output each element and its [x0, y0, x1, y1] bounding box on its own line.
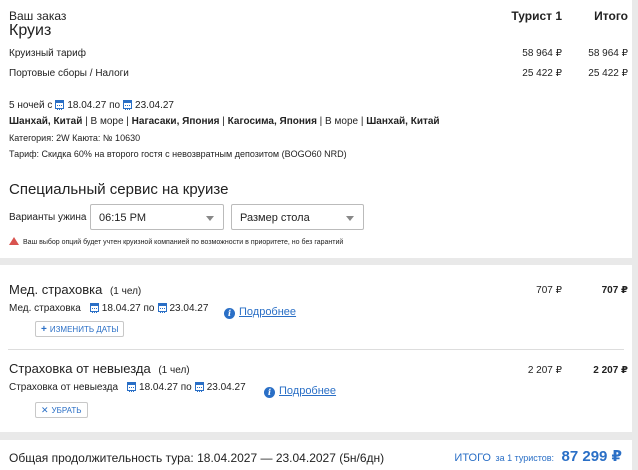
table-size-select[interactable]: Размер стола [231, 204, 364, 230]
remove-button[interactable]: ✕ УБРАТЬ [35, 402, 88, 418]
total-footer: Общая продолжительность тура: 18.04.2027… [0, 440, 632, 470]
chevron-down-icon [346, 216, 354, 221]
order-card: Ваш заказ Турист 1 Итого Круиз Круизный … [0, 0, 632, 258]
route-port: Кагосима, Япония [227, 116, 317, 127]
info-icon: i [264, 387, 275, 398]
table-size-value: Размер стола [240, 212, 310, 224]
total-label: ИТОГО [454, 452, 491, 464]
close-icon: ✕ [41, 405, 49, 415]
cancel-more-link[interactable]: i Подробнее [264, 381, 336, 399]
insurance-card: Мед. страховка (1 чел) 707 ₽ 707 ₽ Мед. … [0, 265, 632, 432]
remove-label: УБРАТЬ [51, 406, 82, 415]
calendar-icon [89, 303, 99, 313]
dinner-select[interactable]: 06:15 PM [90, 204, 224, 230]
section-divider [8, 349, 624, 350]
cancel-title: Страховка от невыезда [9, 361, 151, 376]
line-total-price: 58 964 ₽ [588, 48, 628, 59]
dinner-value: 06:15 PM [99, 212, 147, 224]
cruise-title: Круиз [9, 22, 52, 39]
calendar-icon [123, 100, 133, 110]
service-title: Специальный сервис на круизе [9, 181, 229, 198]
dinner-label: Варианты ужина [9, 212, 87, 223]
change-dates-button[interactable]: + ИЗМЕНИТЬ ДАТЫ [35, 321, 125, 337]
more-link-text: Подробнее [279, 385, 337, 397]
order-heading: Ваш заказ [9, 9, 67, 23]
warning-icon [9, 237, 19, 245]
cruise-route: Шанхай, Китай | В море | Нагасаки, Япони… [9, 116, 440, 127]
route-sep: | В море | [82, 116, 132, 127]
cancel-details: Страховка от невыезда 18.04.27 по 23.04.27 [9, 382, 246, 393]
info-icon: i [224, 308, 235, 319]
med-label: Мед. страховка [9, 303, 81, 314]
line-tourist-price: 58 964 ₽ [522, 48, 562, 59]
cancel-tourist-price: 2 207 ₽ [527, 365, 562, 376]
date-sep: по [109, 100, 121, 111]
calendar-icon [157, 303, 167, 313]
tariff-info: Тариф: Скидка 60% на второго гостя с нев… [9, 149, 347, 159]
cancel-date-to: 23.04.27 [206, 382, 246, 393]
cancel-date-sep: по [180, 382, 192, 393]
cruise-dates: 5 ночей с 18.04.27 по 23.04.27 [9, 100, 174, 111]
col-total-header: Итого [594, 9, 628, 23]
calendar-icon [55, 100, 65, 110]
total-value: 87 299 ₽ [561, 448, 622, 465]
med-date-to: 23.04.27 [169, 303, 209, 314]
cancel-date-from: 18.04.27 [139, 382, 178, 393]
chevron-down-icon [206, 216, 214, 221]
calendar-icon [194, 382, 204, 392]
nights-prefix: 5 ночей с [9, 100, 53, 111]
line-total-price: 25 422 ₽ [588, 68, 628, 79]
grand-total: ИТОГО за 1 туристов: 87 299 ₽ [454, 447, 622, 466]
route-port: Нагасаки, Япония [131, 116, 220, 127]
warning-text: Ваш выбор опций будет учтен круизной ком… [23, 239, 344, 246]
route-sep: | [219, 116, 228, 127]
route-port: Шанхай, Китай [366, 116, 440, 127]
med-date-sep: по [143, 303, 155, 314]
med-tourist-price: 707 ₽ [536, 285, 562, 296]
calendar-icon [127, 382, 137, 392]
plus-icon: + [41, 324, 47, 335]
med-title: Мед. страховка [9, 282, 103, 297]
line-label: Круизный тариф [9, 48, 86, 59]
route-sep: | В море | [316, 116, 367, 127]
tour-duration: Общая продолжительность тура: 18.04.2027… [9, 451, 385, 465]
med-insurance-title: Мед. страховка (1 чел) [9, 282, 141, 297]
service-warning: Ваш выбор опций будет учтен круизной ком… [9, 237, 343, 246]
more-link-text: Подробнее [239, 306, 297, 318]
med-details: Мед. страховка 18.04.27 по 23.04.27 [9, 303, 208, 314]
cancel-label: Страховка от невыезда [9, 382, 119, 393]
med-date-from: 18.04.27 [101, 303, 141, 314]
med-total-price: 707 ₽ [601, 285, 628, 296]
line-tourist-price: 25 422 ₽ [522, 68, 562, 79]
cabin-category: Категория: 2W Каюта: № 10630 [9, 133, 141, 143]
date-from: 18.04.27 [67, 100, 107, 111]
cancel-count: (1 чел) [158, 365, 190, 376]
med-count: (1 чел) [109, 286, 142, 297]
line-label: Портовые сборы / Налоги [9, 68, 129, 79]
med-more-link[interactable]: i Подробнее [224, 302, 296, 320]
col-tourist-header: Турист 1 [511, 9, 562, 23]
cancel-total-price: 2 207 ₽ [593, 365, 628, 376]
cancel-insurance-title: Страховка от невыезда (1 чел) [9, 361, 190, 376]
route-port: Шанхай, Китай [9, 116, 83, 127]
date-to: 23.04.27 [135, 100, 174, 111]
total-for: за 1 туристов: [495, 453, 555, 463]
change-dates-label: ИЗМЕНИТЬ ДАТЫ [49, 325, 119, 334]
